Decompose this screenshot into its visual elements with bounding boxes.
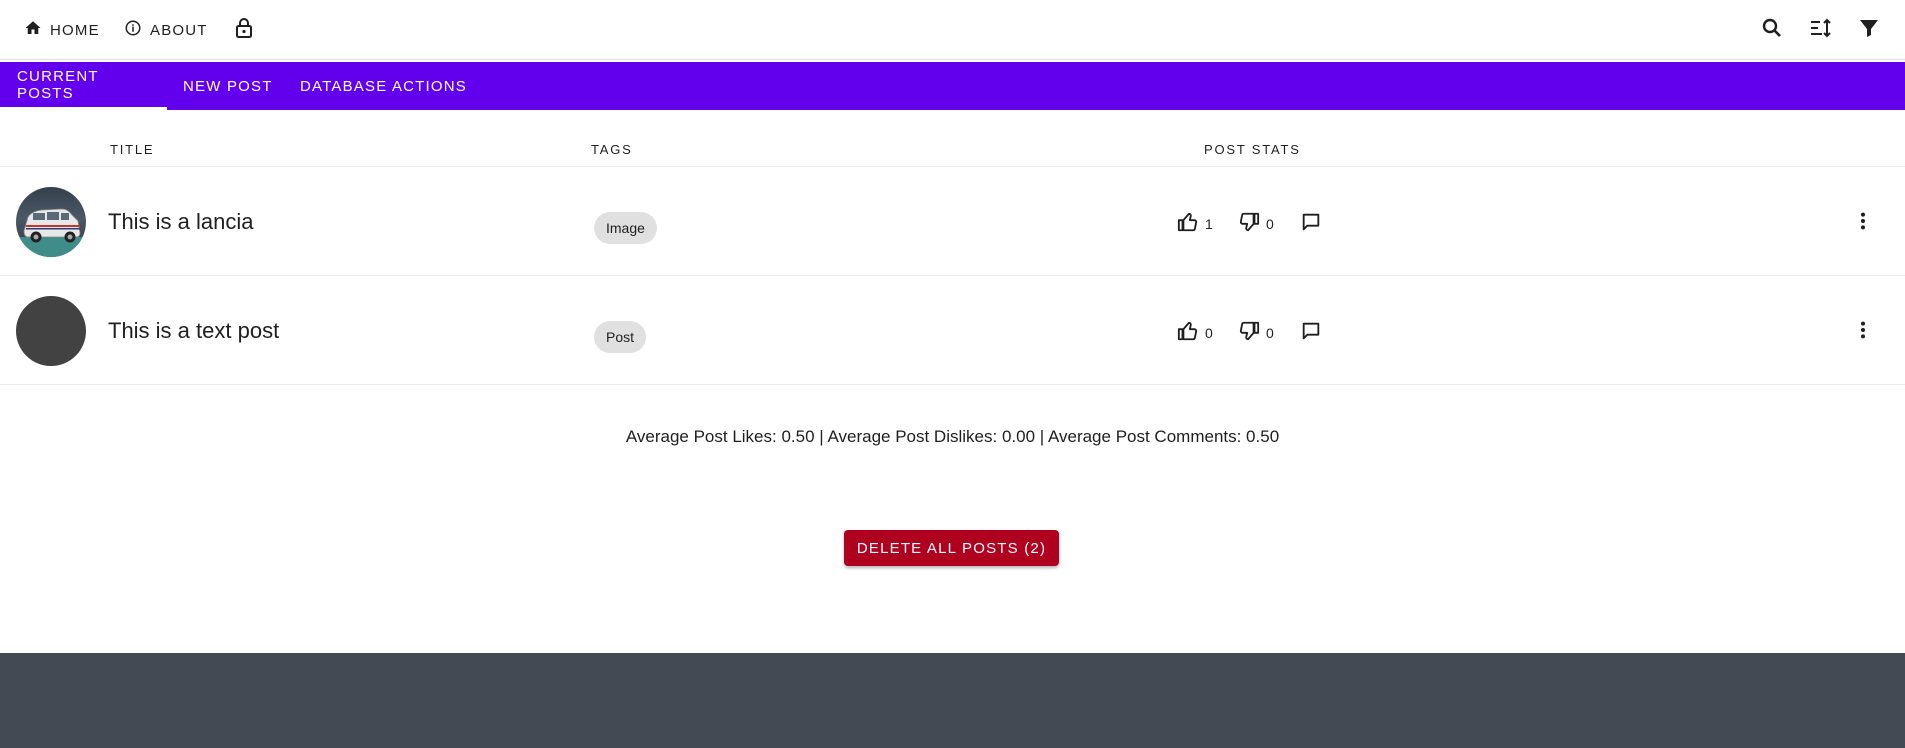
dislike-count: 0 bbox=[1266, 215, 1274, 232]
column-header-tags: Tags bbox=[591, 142, 633, 157]
top-app-bar: Home About bbox=[0, 0, 1905, 60]
dislike-button[interactable]: 0 bbox=[1238, 211, 1274, 236]
more-vert-icon bbox=[1852, 210, 1874, 237]
sort-button[interactable] bbox=[1806, 15, 1836, 45]
lock-button[interactable] bbox=[229, 15, 259, 45]
tab-label: Database Actions bbox=[300, 77, 468, 95]
comments-button[interactable] bbox=[1300, 320, 1322, 345]
header-divider bbox=[0, 166, 1905, 167]
about-label: About bbox=[150, 21, 208, 39]
comment-icon bbox=[1300, 320, 1322, 345]
search-button[interactable] bbox=[1757, 15, 1787, 45]
like-button[interactable]: 0 bbox=[1177, 320, 1213, 345]
like-count: 1 bbox=[1205, 215, 1213, 232]
tab-current-posts[interactable]: Current Posts bbox=[0, 62, 167, 110]
like-count: 0 bbox=[1205, 324, 1213, 341]
dislike-count: 0 bbox=[1266, 324, 1274, 341]
row-divider bbox=[0, 384, 1905, 385]
car-image bbox=[16, 208, 86, 257]
avatar bbox=[16, 296, 86, 366]
column-header-post-stats: Post Stats bbox=[1204, 142, 1301, 157]
tab-new-post[interactable]: New Post bbox=[183, 62, 273, 110]
tab-database-actions[interactable]: Database Actions bbox=[300, 62, 467, 110]
filter-button[interactable] bbox=[1854, 15, 1884, 45]
search-icon bbox=[1760, 16, 1784, 45]
thumbs-down-icon bbox=[1238, 211, 1260, 236]
tab-bar: Current Posts New Post Database Actions bbox=[0, 62, 1905, 110]
info-icon bbox=[124, 19, 142, 41]
like-button[interactable]: 1 bbox=[1177, 211, 1213, 236]
comments-button[interactable] bbox=[1300, 211, 1322, 236]
row-divider bbox=[0, 275, 1905, 276]
post-title: This is a text post bbox=[108, 318, 280, 343]
home-label: Home bbox=[50, 21, 100, 39]
comment-icon bbox=[1300, 211, 1322, 236]
thumbs-up-icon bbox=[1177, 211, 1199, 236]
delete-all-posts-button[interactable]: Delete All Posts (2) bbox=[844, 530, 1059, 566]
tab-label: New Post bbox=[183, 77, 273, 95]
about-nav-button[interactable]: About bbox=[124, 15, 208, 45]
more-vert-icon bbox=[1852, 319, 1874, 346]
avatar bbox=[16, 187, 86, 257]
row-menu-button[interactable] bbox=[1850, 319, 1876, 345]
filter-icon bbox=[1857, 16, 1881, 45]
tab-label: Current Posts bbox=[17, 67, 99, 102]
column-header-title: Title bbox=[110, 142, 155, 157]
post-title: This is a lancia bbox=[108, 209, 254, 234]
dislike-button[interactable]: 0 bbox=[1238, 320, 1274, 345]
home-nav-button[interactable]: Home bbox=[24, 15, 100, 45]
footer bbox=[0, 653, 1905, 748]
thumbs-down-icon bbox=[1238, 320, 1260, 345]
post-averages-summary: Average Post Likes: 0.50 | Average Post … bbox=[625, 427, 1280, 446]
row-menu-button[interactable] bbox=[1850, 210, 1876, 236]
sort-icon bbox=[1809, 16, 1833, 45]
thumbs-up-icon bbox=[1177, 320, 1199, 345]
tag-chip: Image bbox=[594, 212, 657, 244]
home-icon bbox=[24, 19, 42, 41]
lock-icon bbox=[232, 16, 256, 45]
tag-chip: Post bbox=[594, 321, 647, 353]
